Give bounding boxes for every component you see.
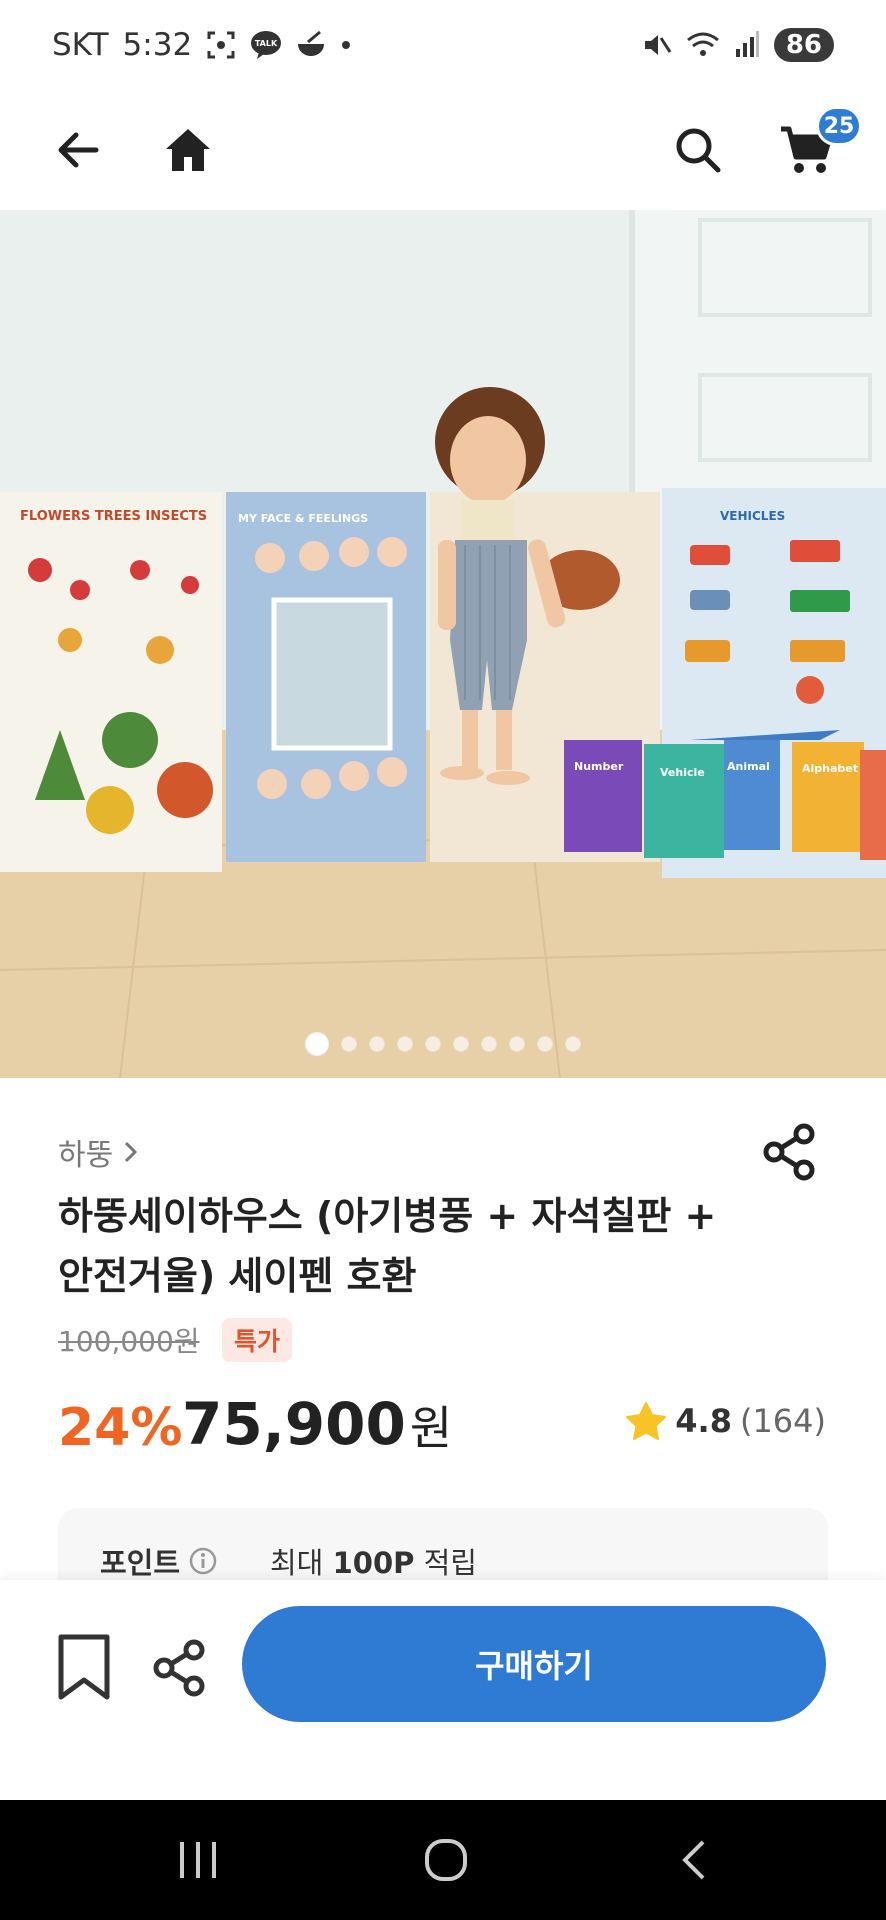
bookmark-button[interactable] xyxy=(56,1632,120,1708)
gallery-pagination xyxy=(0,1032,886,1056)
time-label: 5:32 xyxy=(122,27,193,63)
pagination-dot[interactable] xyxy=(453,1036,469,1052)
buy-button[interactable]: 구매하기 xyxy=(242,1606,826,1722)
points-suffix: 적립 xyxy=(423,1546,477,1580)
special-deal-badge: 특가 xyxy=(222,1318,293,1362)
bookmark-icon xyxy=(58,1634,110,1700)
share-icon xyxy=(153,1639,205,1697)
pagination-dot[interactable] xyxy=(425,1036,441,1052)
back-arrow-icon xyxy=(58,132,99,168)
panel-vehicles-text: VEHICLES xyxy=(720,509,785,523)
price-amount: 75,900 xyxy=(182,1390,406,1458)
product-title: 하뚱세이하우스 (아기병풍 + 자석칠판 + 안전거울) 세이펜 호환 xyxy=(58,1194,717,1298)
product-info: 하뚱 하뚱세이하우스 (아기병풍 + 자석칠판 + 안전거울) 세이펜 호환 1… xyxy=(0,1078,886,1628)
back-nav-button[interactable] xyxy=(664,1830,724,1890)
cart-count-badge: 25 xyxy=(816,106,862,146)
book-number-text: Number xyxy=(574,760,624,773)
home-nav-button[interactable] xyxy=(416,1830,476,1890)
pagination-dot[interactable] xyxy=(537,1036,553,1052)
screenshot-icon xyxy=(206,30,236,60)
pagination-dot[interactable] xyxy=(509,1036,525,1052)
back-chevron-icon xyxy=(682,1840,705,1880)
points-value: 최대 100P 적립 xyxy=(270,1540,477,1582)
points-label-text: 포인트 xyxy=(100,1546,181,1580)
status-bar: SKT 5:32 TALK 86 xyxy=(0,0,886,90)
search-icon xyxy=(676,128,721,173)
pagination-dot[interactable] xyxy=(305,1032,329,1056)
share-icon xyxy=(763,1123,815,1181)
recent-apps-button[interactable] xyxy=(168,1830,228,1890)
search-button[interactable] xyxy=(662,114,734,186)
book-animal-text: Animal xyxy=(727,760,770,773)
battery-indicator: 86 xyxy=(773,28,834,62)
mute-icon xyxy=(642,30,672,60)
back-button[interactable] xyxy=(42,114,114,186)
product-image-gallery[interactable]: FLOWERS TREES INSECTS MY FACE & FEELINGS… xyxy=(0,210,886,1078)
pagination-dot[interactable] xyxy=(481,1036,497,1052)
share-button[interactable] xyxy=(760,1122,820,1182)
info-icon[interactable] xyxy=(188,1546,218,1576)
points-amount: 100P xyxy=(332,1546,415,1580)
product-photo: FLOWERS TREES INSECTS MY FACE & FEELINGS… xyxy=(0,210,886,1078)
panel-face-text: MY FACE & FEELINGS xyxy=(238,512,368,525)
panel-flowers-text: FLOWERS TREES INSECTS xyxy=(20,509,207,524)
original-price: 100,000원 xyxy=(58,1325,200,1358)
star-icon xyxy=(626,1402,667,1440)
chevron-right-icon xyxy=(125,1141,138,1163)
system-nav-bar xyxy=(0,1800,886,1920)
home-icon xyxy=(166,129,210,171)
kakaotalk-icon: TALK xyxy=(250,30,282,60)
carrier-label: SKT xyxy=(52,27,109,63)
price-currency: 원 xyxy=(409,1401,453,1455)
app-header: 25 xyxy=(0,90,886,210)
book-vehicle-text: Vehicle xyxy=(660,766,705,779)
rating-summary[interactable]: 4.8 (164) xyxy=(625,1401,826,1441)
home-circle-icon xyxy=(425,1839,467,1881)
sale-price: 75,900 원 xyxy=(182,1390,452,1458)
dot-icon xyxy=(340,39,352,51)
home-button[interactable] xyxy=(152,114,224,186)
points-prefix: 최대 xyxy=(270,1546,324,1580)
rating-value: 4.8 xyxy=(675,1402,732,1440)
cart-button[interactable]: 25 xyxy=(770,106,862,186)
pagination-dot[interactable] xyxy=(369,1036,385,1052)
brand-link[interactable]: 하뚱 xyxy=(58,1130,139,1174)
talk-text: TALK xyxy=(255,39,278,48)
book-alphabet-text: Alphabet xyxy=(802,762,858,775)
discount-rate: 24% xyxy=(58,1398,183,1458)
signal-icon xyxy=(734,31,760,59)
share-button-bottom[interactable] xyxy=(150,1638,216,1704)
recent-apps-icon xyxy=(180,1842,216,1878)
brand-name: 하뚱 xyxy=(58,1138,114,1173)
bowl-icon xyxy=(296,30,326,60)
bottom-action-bar: 구매하기 xyxy=(0,1580,886,1800)
wifi-icon xyxy=(686,30,720,60)
pagination-dot[interactable] xyxy=(397,1036,413,1052)
pagination-dot[interactable] xyxy=(341,1036,357,1052)
review-count: (164) xyxy=(739,1402,826,1440)
pagination-dot[interactable] xyxy=(565,1036,581,1052)
points-label: 포인트 xyxy=(100,1540,218,1582)
